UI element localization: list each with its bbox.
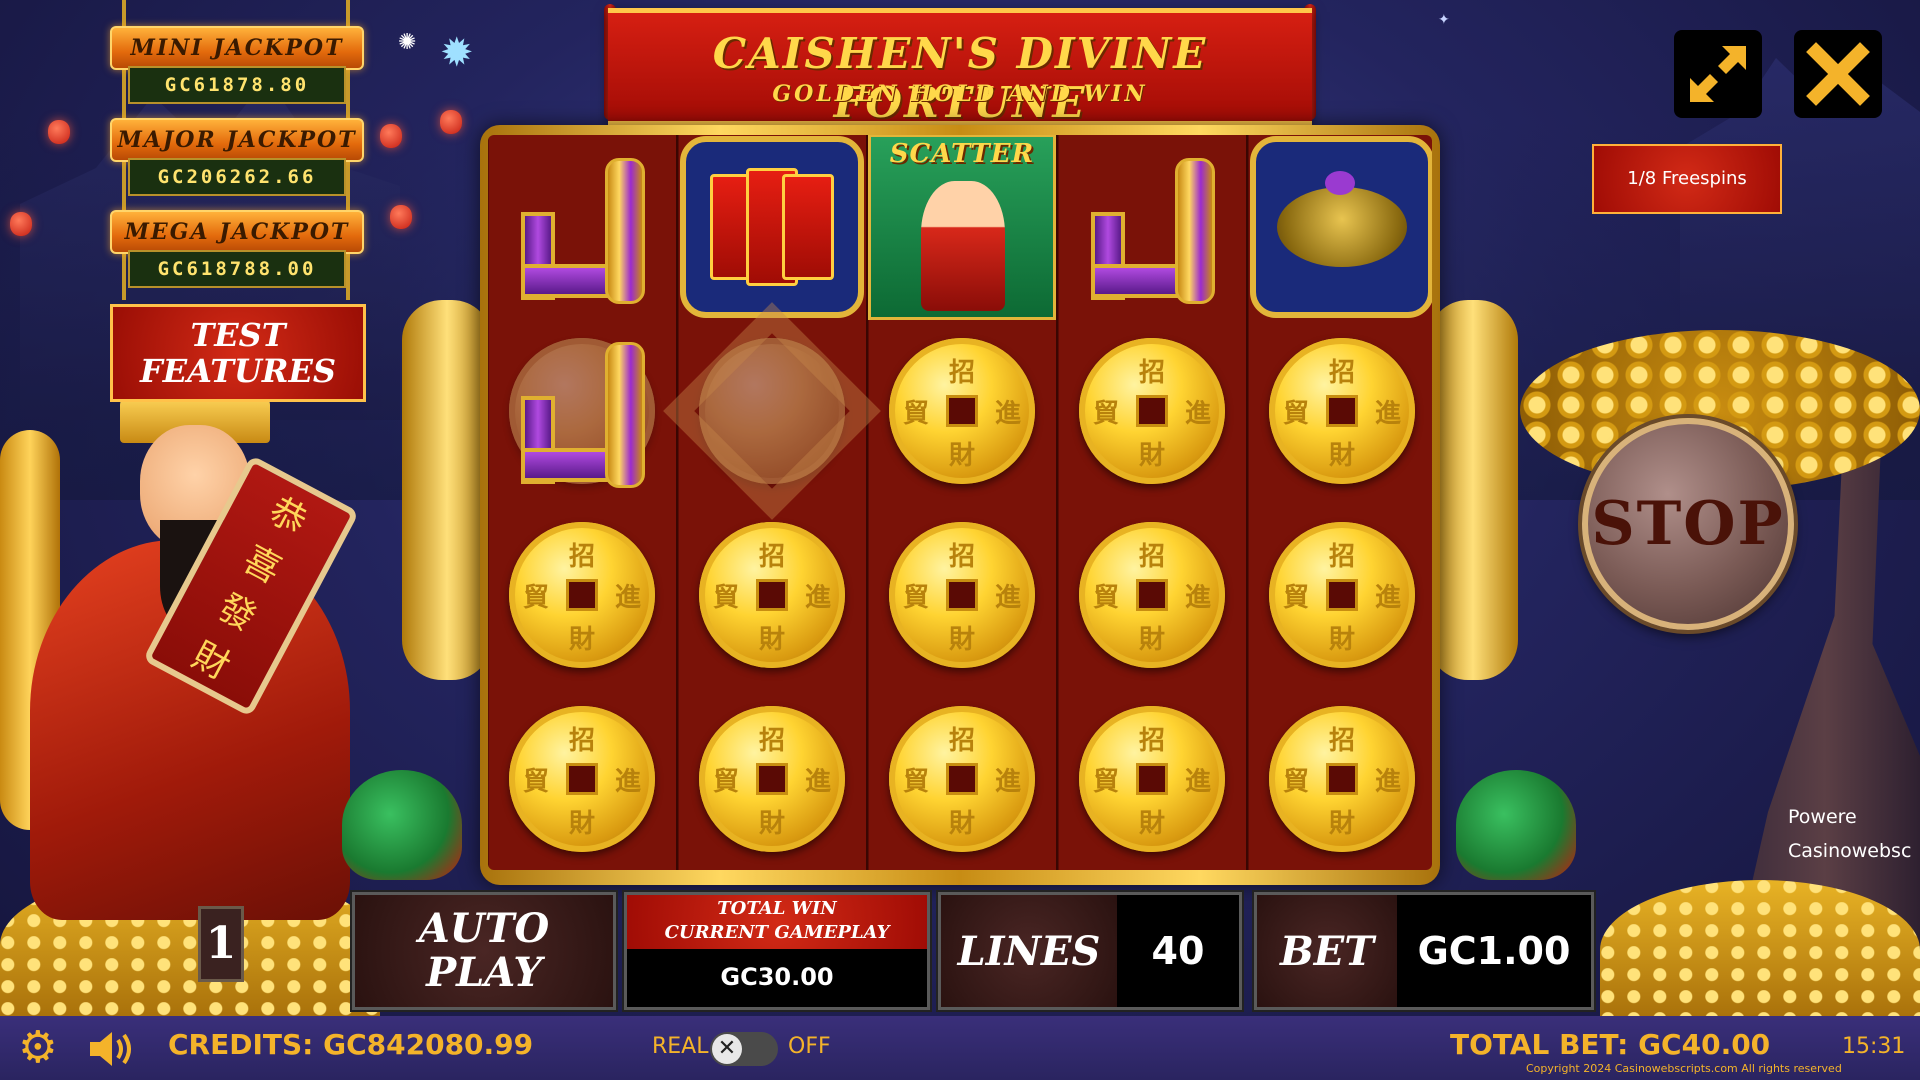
title-banner: CAISHEN'S DIVINE FORTUNE GOLDEN HOLD AND…: [608, 8, 1312, 127]
credits-balance: CREDITS: GC842080.99: [168, 1028, 534, 1061]
total-win-label: TOTAL WIN CURRENT GAMEPLAY: [627, 895, 927, 949]
freespins-counter: 1/8 Freespins: [1592, 144, 1782, 214]
autoplay-button[interactable]: AUTO PLAY: [352, 892, 616, 1010]
gold-coin-symbol: 招財貿進: [678, 687, 866, 870]
mega-jackpot-title: MEGA JACKPOT: [110, 210, 364, 254]
x-icon: ✕: [712, 1034, 742, 1064]
lantern-icon: [390, 205, 412, 229]
clock: 15:31: [1842, 1034, 1906, 1059]
gold-coin-symbol: 招財貿進: [1058, 319, 1246, 503]
reel-3: SCATTER 招財貿進 招財貿進 招財貿進: [868, 135, 1056, 870]
lantern-icon: [10, 212, 32, 236]
lantern-icon: [48, 120, 70, 144]
gold-coin-symbol: 招財貿進: [678, 503, 866, 687]
gold-coin-symbol: 招財貿進: [1058, 503, 1246, 687]
total-bet: TOTAL BET: GC40.00: [1450, 1028, 1771, 1061]
frame-ornament-right: [1428, 300, 1518, 680]
bet-value: GC1.00: [1417, 929, 1571, 973]
bet-label: BET: [1257, 895, 1397, 1007]
real-mode-label: REAL: [652, 1034, 709, 1059]
gold-coin-symbol: 招財貿進: [1058, 687, 1246, 870]
gold-coin-symbol: 招財貿進: [1248, 503, 1432, 687]
lines-selector[interactable]: LINES 40: [938, 892, 1242, 1010]
gold-coin-symbol: 招財貿進: [488, 687, 676, 870]
firework-icon: ✹: [440, 30, 474, 76]
gold-coin-symbol: 招財貿進: [868, 319, 1056, 503]
reel-2: 招財貿進 招財貿進: [663, 135, 881, 870]
powered-by-text: Powere Casinowebsc: [1788, 806, 1912, 862]
symbol-scatter: SCATTER: [868, 135, 1056, 320]
bet-selector[interactable]: BET GC1.00: [1254, 892, 1594, 1010]
mega-jackpot-value: GC618788.00: [128, 250, 346, 288]
reel-5: 招財貿進 招財貿進 招財貿進: [1248, 135, 1432, 870]
symbol-l-purple: [1058, 135, 1246, 319]
dragon-head-right: [1456, 770, 1576, 880]
symbol-golden-turtle: [1248, 135, 1432, 319]
test-features-label: TEST FEATURES: [140, 316, 336, 390]
mini-jackpot-title: MINI JACKPOT: [110, 26, 364, 70]
lantern-icon: [440, 110, 462, 134]
total-win-panel: TOTAL WIN CURRENT GAMEPLAY GC30.00: [624, 892, 930, 1010]
frame-ornament-left: [402, 300, 492, 680]
symbol-faded-square: [663, 302, 881, 520]
mini-jackpot-value: GC61878.80: [128, 66, 346, 104]
gold-coin-symbol: 招財貿進: [868, 503, 1056, 687]
gold-coin-symbol: 招財貿進: [868, 687, 1056, 870]
game-title: CAISHEN'S DIVINE FORTUNE: [712, 29, 1208, 127]
symbol-red-envelopes: [678, 135, 866, 319]
close-button[interactable]: [1794, 30, 1882, 118]
real-mode-toggle[interactable]: ✕: [710, 1032, 778, 1066]
reel-1: 招財貿進 招財貿進: [488, 135, 676, 870]
fullscreen-button[interactable]: [1674, 30, 1762, 118]
scatter-label: SCATTER: [889, 139, 1035, 169]
autoplay-label: AUTO PLAY: [418, 905, 550, 996]
stop-button[interactable]: STOP: [1582, 418, 1794, 630]
payline-indicator[interactable]: 1: [198, 906, 244, 982]
firework-icon: ✺: [398, 30, 417, 55]
symbol-l-purple-faded: [488, 319, 676, 503]
lines-label: LINES: [941, 895, 1117, 1007]
dragon-head-left: [342, 770, 462, 880]
major-jackpot-title: MAJOR JACKPOT: [110, 118, 364, 162]
gear-icon[interactable]: ⚙: [18, 1026, 57, 1070]
major-jackpot-value: GC206262.66: [128, 158, 346, 196]
fullscreen-arrows-icon: [1690, 46, 1746, 102]
gold-coin-pile-right: [1600, 880, 1920, 1020]
star-icon: ✦: [1438, 12, 1450, 28]
close-x-icon: [1806, 42, 1870, 106]
total-win-value: GC30.00: [720, 963, 834, 991]
speaker-icon[interactable]: [88, 1030, 138, 1068]
test-features-button[interactable]: TEST FEATURES: [110, 304, 366, 402]
gold-coin-symbol: 招財貿進: [1248, 319, 1432, 503]
reel-4: 招財貿進 招財貿進 招財貿進: [1058, 135, 1246, 870]
reel-grid: 招財貿進 招財貿進 招財貿進 招財貿進 SCATTER 招財貿進 招財貿進 招財…: [488, 135, 1432, 870]
game-subtitle: GOLDEN HOLD AND WIN: [772, 81, 1148, 107]
gold-coin-symbol: 招財貿進: [488, 503, 676, 687]
lines-value: 40: [1151, 929, 1205, 973]
copyright-text: Copyright 2024 Casinowebscripts.com All …: [1526, 1062, 1842, 1075]
symbol-l-purple: [488, 135, 676, 319]
gold-coin-symbol: 招財貿進: [1248, 687, 1432, 870]
lantern-icon: [380, 124, 402, 148]
off-label: OFF: [788, 1034, 831, 1059]
